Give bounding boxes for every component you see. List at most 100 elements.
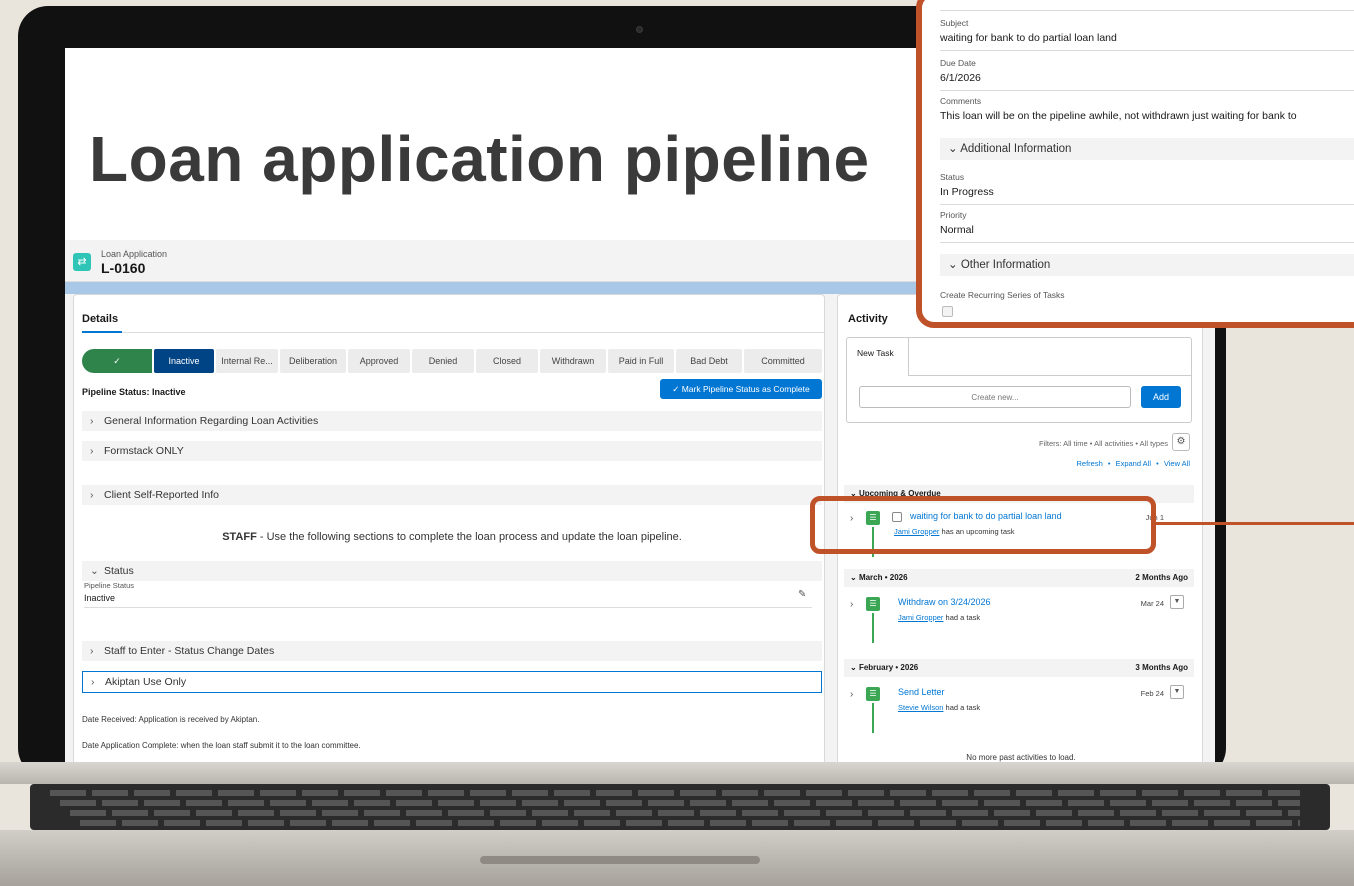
path-step-approved[interactable]: Approved	[348, 349, 410, 373]
new-task-composer: New Task Create new... Add	[846, 337, 1192, 423]
filters-text[interactable]: Filters: All time • All activities • All…	[1039, 439, 1168, 448]
section-formstack[interactable]: › Formstack ONLY	[82, 441, 822, 461]
activity-subtitle: Stevie Wilson had a task	[898, 703, 980, 712]
staff-instructions: STAFF - Use the following sections to co…	[82, 531, 822, 543]
path-step-paid-in-full[interactable]: Paid in Full	[608, 349, 674, 373]
task-detail-callout: Subject waiting for bank to do partial l…	[916, 0, 1354, 328]
group-march[interactable]: ⌄ March • 2026 2 Months Ago	[844, 569, 1194, 587]
activity-date: Feb 24	[1140, 689, 1164, 698]
pipeline-status-field-value: Inactive	[84, 593, 116, 603]
details-tab-underline	[82, 331, 122, 333]
activity-subtitle: Jami Gropper had a task	[898, 613, 980, 622]
callout-connector	[1156, 522, 1354, 525]
opening-notch	[480, 856, 760, 864]
comments-label: Comments	[940, 96, 982, 106]
group-label: February • 2026	[858, 663, 919, 672]
path-step-complete[interactable]: ✓	[82, 349, 152, 373]
subject-value: waiting for bank to do partial loan land	[940, 32, 1117, 44]
activity-tab[interactable]: Activity	[848, 313, 888, 325]
link-separator: •	[1156, 459, 1159, 468]
link-separator: •	[1107, 459, 1111, 468]
section-label: Formstack ONLY	[104, 445, 184, 457]
expand-all-link[interactable]: Expand All	[1116, 459, 1151, 468]
section-label: Akiptan Use Only	[105, 676, 187, 688]
mark-status-complete-button[interactable]: ✓ Mark Pipeline Status as Complete	[660, 379, 822, 399]
chevron-down-icon: ⌄	[90, 565, 99, 577]
person-link[interactable]: Jami Gropper	[898, 613, 943, 622]
section-status[interactable]: ⌄ Status	[82, 561, 822, 581]
path-step-committed[interactable]: Committed	[744, 349, 822, 373]
chevron-right-icon: ›	[90, 489, 94, 501]
laptop-base	[0, 762, 1354, 886]
dropdown-icon[interactable]: ▼	[1170, 595, 1184, 609]
key-row	[60, 800, 1300, 806]
path-step-deliberation[interactable]: Deliberation	[280, 349, 346, 373]
gear-icon[interactable]: ⚙	[1172, 433, 1190, 451]
no-more-activities: No more past activities to load.	[966, 753, 1076, 762]
activity-item: › ☰ Withdraw on 3/24/2026 Jami Gropper h…	[844, 595, 1194, 645]
section-label: Staff to Enter - Status Change Dates	[104, 645, 275, 657]
activity-suffix: had a task	[945, 703, 981, 712]
callout-rule	[940, 10, 1354, 11]
status-label: Status	[940, 172, 965, 182]
note-date-complete: Date Application Complete: when the loan…	[82, 741, 361, 750]
hinge	[0, 762, 1354, 784]
create-new-input[interactable]: Create new...	[859, 386, 1131, 408]
path-step-withdrawn[interactable]: Withdrawn	[540, 349, 606, 373]
activity-title-link[interactable]: Send Letter	[898, 687, 945, 697]
chevron-right-icon: ›	[90, 645, 94, 657]
details-card: Details ✓ Inactive Internal Re... Delibe…	[73, 294, 825, 768]
pipeline-path: ✓ Inactive Internal Re... Deliberation A…	[82, 349, 822, 373]
field-divider	[84, 607, 812, 608]
path-step-internal-review[interactable]: Internal Re...	[216, 349, 278, 373]
view-all-link[interactable]: View All	[1164, 459, 1190, 468]
mark-status-complete-label: Mark Pipeline Status as Complete	[681, 384, 810, 394]
activity-title-link[interactable]: Withdraw on 3/24/2026	[898, 597, 991, 607]
staff-note-bold: STAFF	[222, 531, 257, 543]
callout-rule	[940, 204, 1354, 205]
section-label: Client Self-Reported Info	[104, 489, 219, 501]
pipeline-status-label: Pipeline Status: Inactive	[82, 387, 186, 397]
refresh-link[interactable]: Refresh	[1076, 459, 1102, 468]
add-button[interactable]: Add	[1141, 386, 1181, 408]
subject-label: Subject	[940, 18, 969, 28]
chevron-right-icon[interactable]: ›	[850, 599, 853, 610]
path-step-closed[interactable]: Closed	[476, 349, 538, 373]
details-tab[interactable]: Details	[82, 313, 118, 325]
callout-rule	[940, 90, 1354, 91]
key-row	[80, 820, 1300, 826]
record-name: L-0160	[101, 260, 146, 276]
section-additional-info[interactable]: ⌄ Additional Information	[940, 138, 1354, 160]
timeline-line	[872, 703, 874, 733]
group-label: March • 2026	[858, 573, 908, 582]
group-february[interactable]: ⌄ February • 2026 3 Months Ago	[844, 659, 1194, 677]
person-link[interactable]: Stevie Wilson	[898, 703, 943, 712]
chevron-right-icon[interactable]: ›	[850, 689, 853, 700]
section-general-info[interactable]: › General Information Regarding Loan Acti…	[82, 411, 822, 431]
camera-icon	[636, 26, 643, 33]
edit-pencil-icon[interactable]: ✎	[798, 589, 806, 600]
path-step-bad-debt[interactable]: Bad Debt	[676, 349, 742, 373]
dropdown-icon[interactable]: ▼	[1170, 685, 1184, 699]
section-staff-dates[interactable]: › Staff to Enter - Status Change Dates	[82, 641, 822, 661]
path-step-denied[interactable]: Denied	[412, 349, 474, 373]
section-label: Additional Information	[960, 143, 1072, 155]
chevron-right-icon: ›	[91, 676, 95, 688]
section-label: Other Information	[960, 259, 1051, 271]
new-task-tab[interactable]: New Task	[847, 338, 909, 376]
activity-links: Refresh • Expand All • View All	[1073, 459, 1190, 468]
section-other-info[interactable]: ⌄ Other Information	[940, 254, 1354, 276]
section-client-info[interactable]: › Client Self-Reported Info	[82, 485, 822, 505]
task-icon: ☰	[866, 597, 880, 611]
path-step-inactive[interactable]: Inactive	[154, 349, 214, 373]
details-rule	[82, 332, 824, 333]
activity-item: › ☰ Send Letter Stevie Wilson had a task…	[844, 685, 1194, 735]
tab-rule	[909, 375, 1192, 376]
key-row	[70, 810, 1300, 816]
recurring-checkbox[interactable]	[942, 306, 953, 317]
section-label: General Information Regarding Loan Activ…	[104, 415, 319, 427]
note-date-received: Date Received: Application is received b…	[82, 715, 260, 724]
callout-rule	[940, 50, 1354, 51]
task-icon: ☰	[866, 687, 880, 701]
section-akiptan[interactable]: › Akiptan Use Only	[82, 671, 822, 693]
